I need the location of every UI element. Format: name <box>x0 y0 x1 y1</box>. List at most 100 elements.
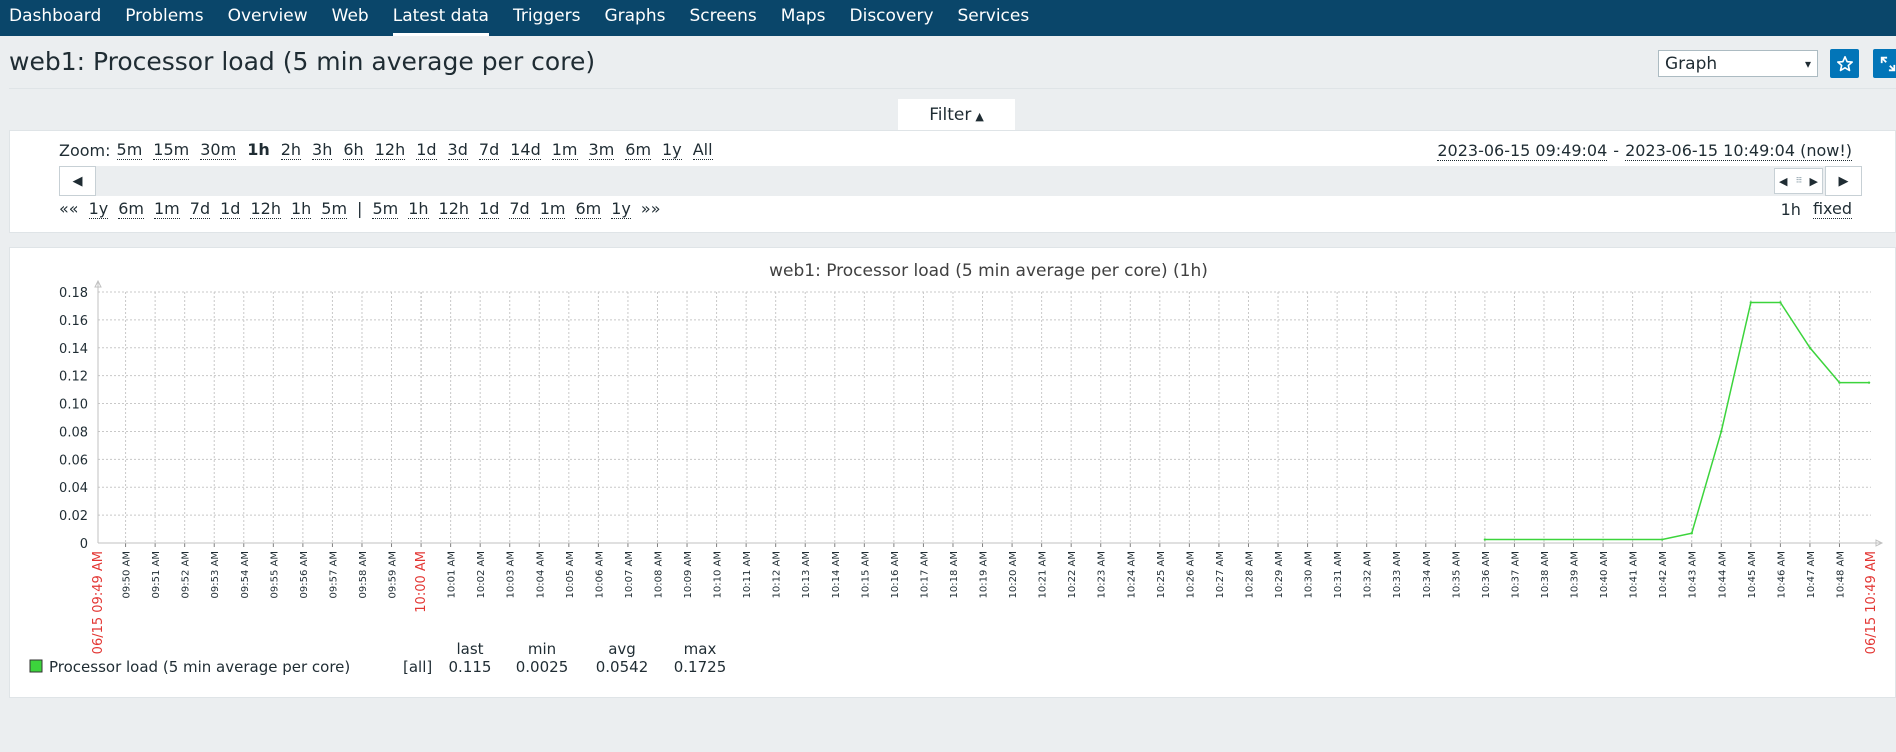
nav-item-services[interactable]: Services <box>946 0 1042 36</box>
back-6m[interactable]: 6m <box>118 200 144 219</box>
forward-1d[interactable]: 1d <box>479 200 500 219</box>
legend-header-avg: avg <box>608 640 636 658</box>
zoom-row: Zoom: 5m 15m 30m 1h 2h 3h 6h 12h 1d 3d 7d 14d 1m 3m 6m… <box>59 141 724 160</box>
series-point <box>1690 532 1693 535</box>
star-icon <box>1836 55 1853 71</box>
zoom-all[interactable]: All <box>692 141 713 160</box>
x-tick-label: 10:46 AM <box>1776 551 1787 598</box>
nav-item-screens[interactable]: Screens <box>677 0 768 36</box>
x-tick-label: 10:47 AM <box>1806 551 1817 598</box>
processor-load-chart[interactable]: web1: Processor load (5 min average per … <box>10 248 1895 697</box>
grip-icon: ⁝⁝⁝ <box>1795 176 1803 186</box>
series-point <box>1779 301 1782 304</box>
zoom-30m[interactable]: 30m <box>200 141 237 160</box>
back-7d[interactable]: 7d <box>189 200 211 219</box>
x-tick-label: 09:53 AM <box>210 551 221 598</box>
slider-right-button[interactable]: ▶ <box>1825 166 1862 196</box>
x-tick-label: 10:40 AM <box>1599 551 1610 598</box>
nav-divider: | <box>357 199 363 218</box>
time-navigation-row: «« 1y 6m 1m 7d 1d 12h 1h 5m | 5m 1h 12h 1d 7d 1m 6m 1y »» <box>59 200 670 219</box>
nav-item-discovery[interactable]: Discovery <box>838 0 946 36</box>
back-1y[interactable]: 1y <box>88 200 109 219</box>
nav-item-graphs[interactable]: Graphs <box>592 0 677 36</box>
zoom-15m[interactable]: 15m <box>153 141 190 160</box>
nav-item-latest-data[interactable]: Latest data <box>381 0 501 36</box>
back-1m[interactable]: 1m <box>154 200 180 219</box>
nav-item-overview[interactable]: Overview <box>216 0 320 36</box>
filter-tab[interactable]: Filter ▲ <box>898 99 1015 131</box>
zoom-5m[interactable]: 5m <box>116 141 143 160</box>
zoom-1h[interactable]: 1h <box>247 141 270 160</box>
series-point <box>1838 381 1841 384</box>
forward-5m[interactable]: 5m <box>372 200 399 219</box>
zoom-1y[interactable]: 1y <box>662 141 682 160</box>
fixed-toggle[interactable]: fixed <box>1812 200 1852 219</box>
legend-value-avg: 0.0542 <box>596 658 649 676</box>
fullscreen-button[interactable] <box>1873 49 1896 78</box>
x-tick-label: 10:20 AM <box>1008 551 1019 598</box>
x-tick-label: 10:29 AM <box>1274 551 1285 598</box>
filter-panel: Zoom: 5m 15m 30m 1h 2h 3h 6h 12h 1d 3d 7d 14d 1m 3m 6m… <box>9 130 1896 233</box>
zoom-3m[interactable]: 3m <box>588 141 615 160</box>
back-12h[interactable]: 12h <box>250 200 281 219</box>
zoom-1m[interactable]: 1m <box>551 141 578 160</box>
x-tick-label: 10:09 AM <box>683 551 694 598</box>
slider-handle[interactable]: ◀ ⁝⁝⁝ ▶ <box>1774 168 1823 194</box>
y-tick-label: 0.04 <box>59 481 88 496</box>
x-tick-label: 10:39 AM <box>1570 551 1581 598</box>
time-slider-track[interactable] <box>59 166 1856 196</box>
forward-all-link[interactable]: »» <box>641 200 661 219</box>
x-tick-label: 10:25 AM <box>1156 551 1167 598</box>
forward-1h[interactable]: 1h <box>408 200 429 219</box>
legend-header-min: min <box>528 640 556 658</box>
zoom-14d[interactable]: 14d <box>510 141 541 160</box>
zoom-3d[interactable]: 3d <box>447 141 468 160</box>
legend-value-min: 0.0025 <box>516 658 569 676</box>
back-1h[interactable]: 1h <box>290 200 312 219</box>
nav-item-triggers[interactable]: Triggers <box>501 0 593 36</box>
x-tick-label: 10:30 AM <box>1304 551 1315 598</box>
range-to[interactable]: 2023-06-15 10:49:04 (now!) <box>1625 141 1852 161</box>
zoom-6m[interactable]: 6m <box>625 141 652 160</box>
arrow-left-icon: ◀ <box>72 173 83 189</box>
nav-item-dashboard[interactable]: Dashboard <box>0 0 113 36</box>
x-tick-label: 10:44 AM <box>1717 551 1728 598</box>
slider-left-button[interactable]: ◀ <box>59 166 96 196</box>
nav-item-web[interactable]: Web <box>320 0 381 36</box>
range-from[interactable]: 2023-06-15 09:49:04 <box>1437 141 1608 161</box>
x-tick-label: 10:08 AM <box>653 551 664 598</box>
favorite-button[interactable] <box>1830 49 1859 78</box>
y-tick-label: 0 <box>80 537 88 552</box>
x-tick-label: 09:56 AM <box>299 551 310 598</box>
x-tick-label: 10:05 AM <box>565 551 576 598</box>
forward-1y[interactable]: 1y <box>611 200 631 219</box>
x-tick-label: 10:36 AM <box>1481 551 1492 598</box>
x-tick-label: 10:11 AM <box>742 551 753 598</box>
back-1d[interactable]: 1d <box>220 200 241 219</box>
zoom-6h[interactable]: 6h <box>343 141 364 160</box>
nav-item-problems[interactable]: Problems <box>113 0 215 36</box>
x-tick-label: 10:02 AM <box>476 551 487 598</box>
y-tick-label: 0.12 <box>59 370 88 385</box>
x-tick-label: 10:38 AM <box>1540 551 1551 598</box>
view-select[interactable]: Graph ▾ <box>1658 50 1818 77</box>
zoom-label: Zoom: <box>59 141 111 160</box>
zoom-12h[interactable]: 12h <box>374 141 406 160</box>
forward-6m[interactable]: 6m <box>575 200 602 219</box>
forward-1m[interactable]: 1m <box>539 200 566 219</box>
x-tick-label: 10:32 AM <box>1363 551 1374 598</box>
back-5m[interactable]: 5m <box>321 200 348 219</box>
zoom-7d[interactable]: 7d <box>478 141 500 160</box>
x-tick-label: 09:55 AM <box>269 551 280 598</box>
x-tick-label: 10:12 AM <box>772 551 783 598</box>
x-tick-label: 10:06 AM <box>594 551 605 598</box>
x-tick-label: 10:45 AM <box>1747 551 1758 598</box>
nav-item-maps[interactable]: Maps <box>769 0 838 36</box>
zoom-2h[interactable]: 2h <box>280 141 302 160</box>
forward-7d[interactable]: 7d <box>509 200 530 219</box>
zoom-3h[interactable]: 3h <box>312 141 333 160</box>
zoom-1d[interactable]: 1d <box>416 141 437 160</box>
range-separator: - <box>1613 141 1620 160</box>
back-all-link[interactable]: «« <box>59 200 79 219</box>
forward-12h[interactable]: 12h <box>438 200 470 219</box>
